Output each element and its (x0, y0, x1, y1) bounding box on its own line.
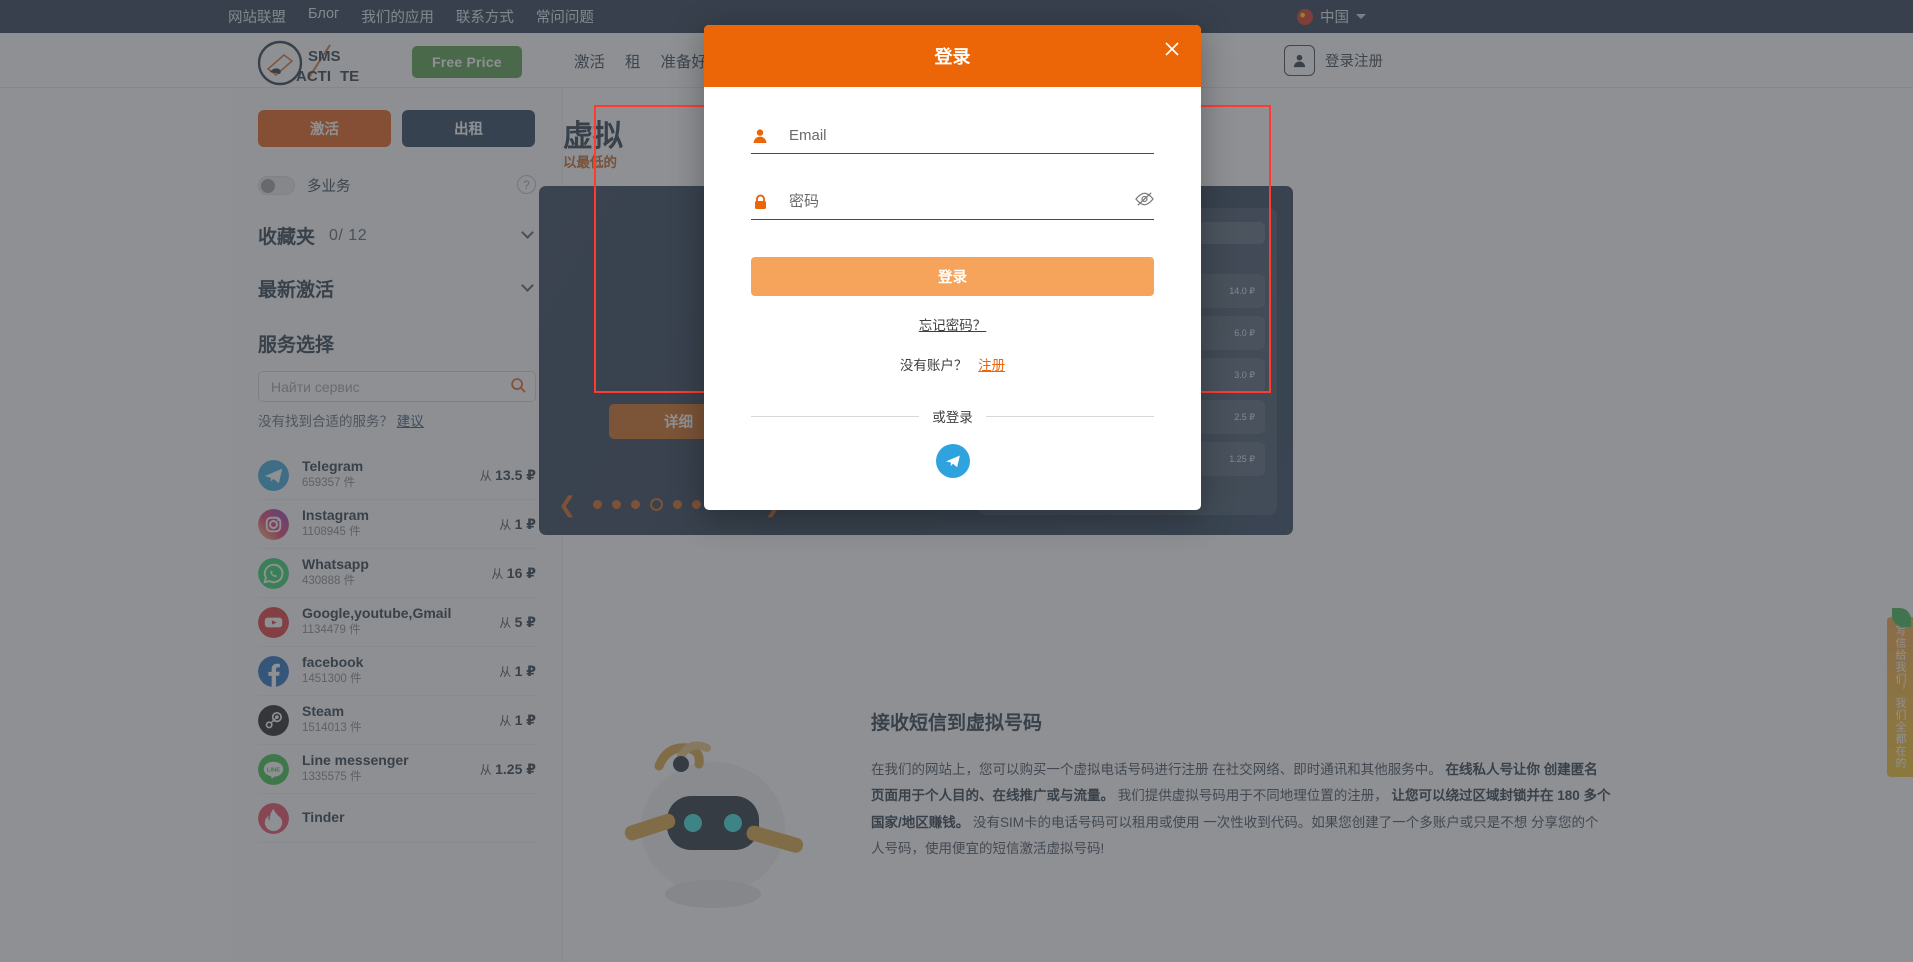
social-login-row (751, 444, 1154, 478)
divider-line-left (751, 415, 920, 417)
modal-header: 登录 (704, 25, 1201, 87)
no-account-text: 没有账户？ (899, 358, 968, 373)
login-modal: 登录 登录 忘记 (704, 25, 1201, 510)
screen: 网站联盟 Блог 我们的应用 联系方式 常问问题 中国 SMS (0, 0, 1913, 962)
eye-off-icon[interactable] (1135, 191, 1154, 212)
email-input[interactable] (787, 119, 1154, 152)
password-input[interactable] (787, 185, 1154, 218)
password-field-row (751, 184, 1154, 220)
forgot-password-link[interactable]: 忘记密码？ (919, 318, 987, 333)
or-login-label: 或登录 (932, 410, 973, 425)
user-icon (751, 128, 769, 144)
divider-line-right (985, 415, 1154, 417)
login-submit-button[interactable]: 登录 (751, 257, 1154, 296)
modal-body: 登录 忘记密码？ 没有账户？ 注册 或登录 (704, 87, 1201, 478)
or-divider: 或登录 (751, 406, 1154, 426)
close-icon[interactable] (1161, 38, 1183, 60)
email-field-row (751, 118, 1154, 154)
forgot-password-row: 忘记密码？ (751, 314, 1154, 335)
telegram-icon[interactable] (935, 444, 970, 478)
register-link[interactable]: 注册 (978, 358, 1005, 373)
lock-icon (751, 194, 769, 210)
modal-title: 登录 (934, 47, 971, 67)
no-account-row: 没有账户？ 注册 (751, 354, 1154, 374)
